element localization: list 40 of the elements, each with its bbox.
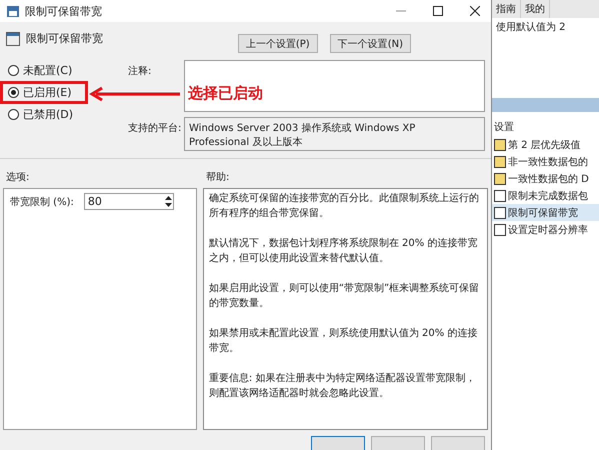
background-text: 使用默认值为 2 [495, 20, 567, 35]
platform-label: 支持的平台: [128, 122, 182, 135]
list-item[interactable]: 限制未完成数据包 [492, 187, 599, 204]
help-paragraph: 如果启用此设置，则可以使用“带宽限制”框来调整系统可保留的带宽数量。 [208, 282, 480, 312]
radio-option[interactable]: 未配置(C) [6, 62, 124, 80]
comment-field[interactable] [184, 60, 485, 112]
window-title: 限制可保留带宽 [25, 4, 103, 18]
help-paragraph: 默认情况下，数据包计划程序将系统限制在 20% 的连接带宽之内，但可以使用此设置来替代默认值。 [208, 236, 478, 266]
browser-tab[interactable]: 指南 [492, 0, 521, 18]
help-paragraph: 确定系统可保留的连接带宽的百分比。此值限制系统上运行的所有程序的组合带宽保留。 [208, 192, 480, 222]
bandwidth-spinner[interactable]: 80 [84, 193, 174, 210]
list-item[interactable]: 第 2 层优先级值 [492, 136, 599, 153]
list-item[interactable]: 限制可保留带宽 [492, 204, 599, 221]
folder-icon [494, 172, 506, 184]
nav-button[interactable]: 上一个设置(P) [238, 34, 318, 54]
browser-tab[interactable]: 我的 [521, 0, 550, 18]
list-item[interactable]: 设置定时器分辨率 [492, 221, 599, 238]
list-item[interactable]: 非一致性数据包的 [492, 153, 599, 170]
policy-icon [6, 32, 20, 46]
comment-label: 注释: [128, 64, 152, 78]
annotation-text: 选择已启动 [188, 84, 263, 103]
radio-option[interactable]: 已禁用(D) [6, 106, 124, 124]
radio-option[interactable]: 已启用(E) [6, 84, 124, 102]
field-label: 带宽限制 (%): [10, 196, 74, 210]
options-label: 选项: [6, 170, 30, 184]
list-heading: 设置 [493, 120, 515, 135]
help-paragraph: 如果禁用或未配置此设置，则系统使用默认值为 20% 的连接带宽。 [208, 326, 478, 356]
platform-text: Windows Server 2003 操作系统或 Windows XP Professional 及以上版本 [184, 116, 485, 151]
nav-button[interactable]: 下一个设置(N) [330, 34, 411, 54]
folder-icon [494, 138, 506, 150]
folder-icon [494, 156, 506, 168]
dialog-button[interactable] [311, 436, 365, 450]
document-icon [494, 206, 506, 218]
list-item[interactable]: 一致性数据包的 D [492, 170, 599, 187]
help-label: 帮助: [206, 170, 230, 184]
close-icon[interactable] [470, 6, 480, 16]
policy-title: 限制可保留带宽 [26, 31, 104, 46]
help-paragraph: 重要信息: 如果在注册表中为特定网络适配器设置带宽限制，则配置该网络适配器时就会忽略此设置。 [208, 372, 476, 402]
policy-icon [6, 4, 20, 18]
maximize-icon[interactable] [433, 6, 443, 16]
